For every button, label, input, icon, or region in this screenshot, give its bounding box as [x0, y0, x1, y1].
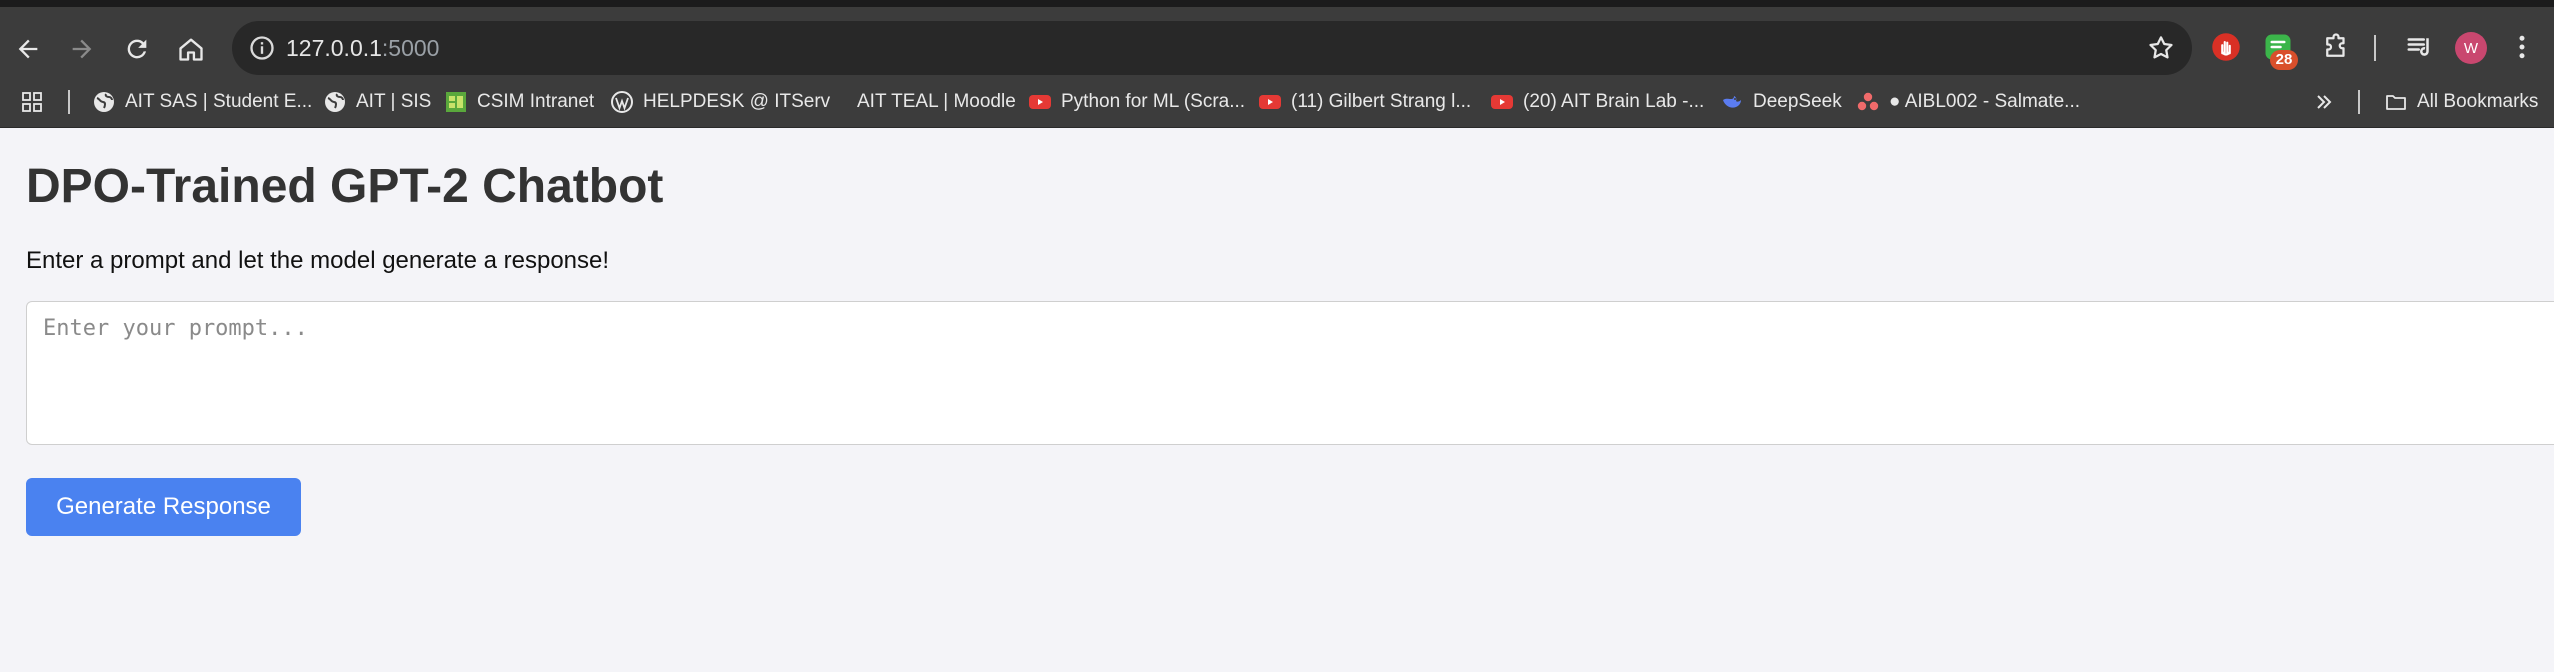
profile-avatar[interactable]: W [2455, 32, 2487, 64]
extensions-button[interactable] [2320, 31, 2352, 63]
browser-toolbar: 127.0.0.1:5000 28 W [0, 7, 2554, 76]
url-port: :5000 [381, 35, 440, 61]
youtube-icon [1490, 90, 1514, 114]
globe-icon [92, 90, 116, 114]
site-info-icon[interactable] [248, 34, 276, 62]
bookmark-deepseek[interactable]: DeepSeek [1720, 76, 1842, 128]
kebab-menu-icon [2519, 35, 2525, 59]
bookmark-ait-teal[interactable]: AIT TEAL | Moodle [824, 76, 1016, 128]
prompt-input[interactable] [26, 301, 2554, 445]
wordpress-icon [610, 90, 634, 114]
bookmark-gilbert-strang[interactable]: (11) Gilbert Strang l... [1258, 76, 1471, 128]
page-subtitle: Enter a prompt and let the model generat… [26, 247, 610, 274]
generate-response-button[interactable]: Generate Response [26, 478, 301, 536]
deepseek-icon [1720, 90, 1744, 114]
bookmark-label: (11) Gilbert Strang l... [1291, 91, 1472, 112]
bookmark-label: (20) AIT Brain Lab -... [1523, 91, 1705, 112]
forward-button[interactable] [60, 27, 104, 71]
page-title: DPO-Trained GPT-2 Chatbot [26, 160, 664, 213]
apps-grid-icon [20, 90, 44, 114]
globe-icon [323, 90, 347, 114]
bookmark-aibl002[interactable]: ● AIBL002 - Salmate... [1856, 76, 2080, 128]
all-bookmarks-button[interactable]: All Bookmarks [2384, 76, 2538, 128]
bookmark-label: HELPDESK @ ITServ [643, 91, 831, 112]
reload-button[interactable] [115, 27, 159, 71]
bookmark-ait-brain-lab[interactable]: (20) AIT Brain Lab -... [1490, 76, 1704, 128]
back-arrow-icon [18, 39, 38, 59]
url-text: 127.0.0.1:5000 [286, 35, 439, 62]
bookmark-helpdesk[interactable]: HELPDESK @ ITServ [610, 76, 830, 128]
extension-badge: 28 [2270, 50, 2298, 70]
back-button[interactable] [6, 27, 50, 71]
bookmark-label: CSIM Intranet [477, 91, 595, 112]
forward-arrow-icon [72, 39, 92, 59]
puzzle-icon [2326, 33, 2345, 57]
csim-icon [444, 90, 468, 114]
extension-adblock[interactable] [2210, 31, 2242, 63]
home-button[interactable] [169, 27, 213, 71]
window-top-strip [0, 0, 2554, 7]
page-content: DPO-Trained GPT-2 Chatbot Enter a prompt… [0, 129, 2554, 672]
youtube-icon [1028, 90, 1052, 114]
bookmark-label: ● AIBL002 - Salmate... [1889, 91, 2081, 112]
bookmark-label: AIT | SIS [356, 91, 432, 112]
bookmarks-separator [68, 90, 70, 114]
bookmark-python-ml[interactable]: Python for ML (Scra... [1028, 76, 1245, 128]
all-bookmarks-label: All Bookmarks [2417, 91, 2539, 112]
asana-icon [1856, 90, 1880, 114]
media-control-button[interactable] [2404, 31, 2436, 63]
reload-icon [127, 39, 147, 59]
blank-favicon [824, 90, 848, 114]
adblock-hand-icon [2212, 33, 2240, 61]
double-chevron-right-icon [2312, 90, 2336, 114]
bookmark-star-icon[interactable] [2146, 33, 2176, 63]
apps-button[interactable] [20, 76, 44, 128]
queue-music-icon [2407, 38, 2429, 56]
bookmark-ait-sis[interactable]: AIT | SIS [323, 76, 431, 128]
bookmark-csim-intranet[interactable]: CSIM Intranet [444, 76, 594, 128]
bookmark-label: DeepSeek [1753, 91, 1842, 112]
address-bar[interactable]: 127.0.0.1:5000 [232, 21, 2192, 75]
bookmark-label: AIT TEAL | Moodle [857, 91, 1016, 112]
toolbar-separator [2374, 35, 2376, 61]
url-host: 127.0.0.1 [286, 35, 382, 61]
youtube-icon [1258, 90, 1282, 114]
browser-menu-button[interactable] [2506, 31, 2538, 63]
bookmark-ait-sas[interactable]: AIT SAS | Student E... [92, 76, 312, 128]
folder-icon [2384, 90, 2408, 114]
bookmarks-bar: AIT SAS | Student E... AIT | SIS CSIM In… [0, 76, 2554, 128]
home-icon [179, 38, 203, 61]
bookmark-label: Python for ML (Scra... [1061, 91, 1246, 112]
bookmark-label: AIT SAS | Student E... [125, 91, 313, 112]
bookmarks-separator [2358, 90, 2360, 114]
more-bookmarks-button[interactable] [2312, 76, 2336, 128]
